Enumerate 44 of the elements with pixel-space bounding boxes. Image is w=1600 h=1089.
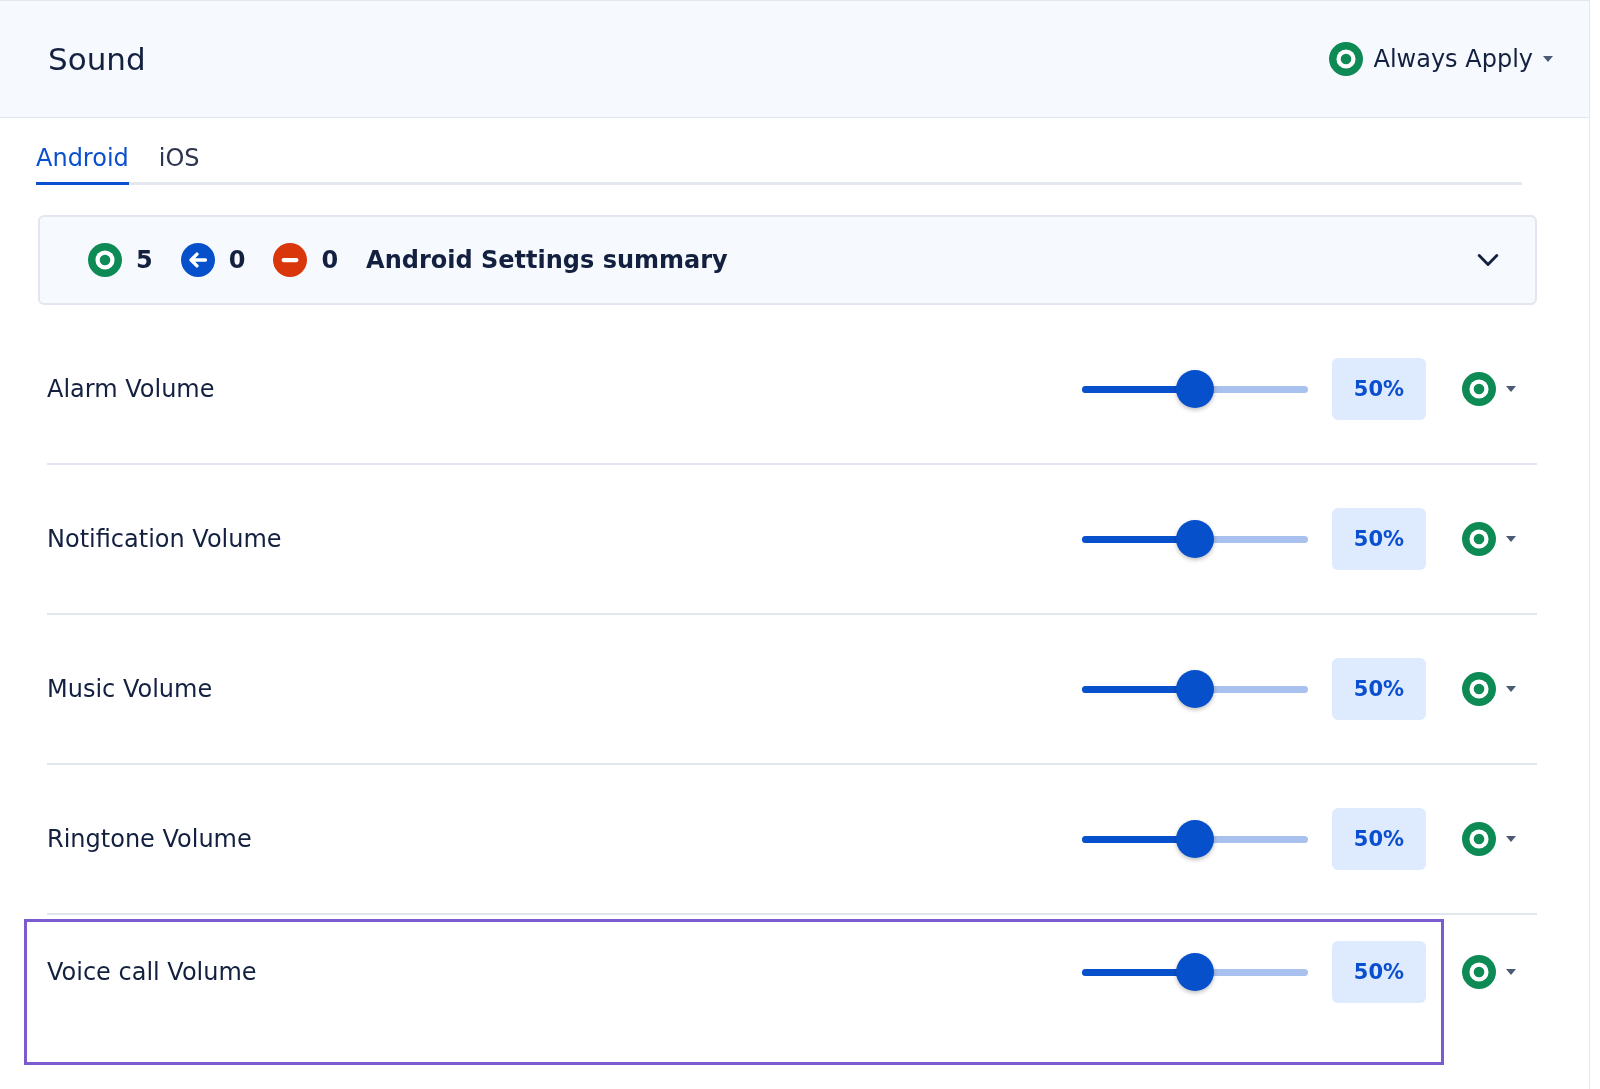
count-label: 0 — [228, 246, 246, 274]
target-icon — [1462, 672, 1496, 706]
setting-label: Ringtone Volume — [47, 825, 253, 853]
target-icon — [1462, 955, 1496, 989]
volume-slider[interactable] — [1082, 953, 1308, 991]
caret-icon — [1506, 969, 1516, 975]
caret-icon — [1543, 56, 1553, 62]
setting-label: Voice call Volume — [47, 958, 258, 986]
minus-circle-icon — [273, 243, 308, 277]
caret-icon — [1506, 386, 1516, 392]
target-icon — [88, 243, 122, 277]
summary-title: Android Settings summary — [366, 246, 728, 274]
volume-slider[interactable] — [1082, 820, 1308, 858]
volume-slider[interactable] — [1082, 670, 1308, 708]
setting-label: Music Volume — [47, 675, 214, 703]
platform-tab[interactable]: Android — [36, 138, 129, 185]
target-icon — [1462, 822, 1496, 856]
caret-icon — [1506, 836, 1516, 842]
section-title: Sound — [48, 41, 146, 77]
caret-icon — [1506, 686, 1516, 692]
count-label: 5 — [136, 246, 153, 274]
target-icon — [1462, 372, 1496, 406]
policy-dropdown[interactable]: Always Apply — [1329, 42, 1553, 76]
status-dropdown[interactable] — [1462, 822, 1516, 856]
value-field: 50% — [1332, 358, 1426, 420]
volume-slider[interactable] — [1082, 520, 1308, 558]
value-field: 50% — [1332, 658, 1426, 720]
status-dropdown[interactable] — [1462, 372, 1516, 406]
status-dropdown[interactable] — [1462, 672, 1516, 706]
volume-slider[interactable] — [1082, 370, 1308, 408]
status-dropdown[interactable] — [1462, 955, 1516, 989]
value-field: 50% — [1332, 808, 1426, 870]
target-icon — [1462, 522, 1496, 556]
target-icon — [1329, 42, 1364, 76]
value-field: 50% — [1332, 508, 1426, 570]
status-dropdown[interactable] — [1462, 522, 1516, 556]
chevron-icon[interactable] — [1477, 253, 1499, 267]
setting-label: Alarm Volume — [47, 375, 216, 403]
arrow-left-icon — [180, 243, 215, 277]
count-label: 0 — [321, 246, 339, 274]
value-field: 50% — [1332, 941, 1426, 1003]
setting-label: Notification Volume — [47, 525, 283, 553]
caret-icon — [1506, 536, 1516, 542]
platform-tab[interactable]: iOS — [158, 138, 200, 185]
